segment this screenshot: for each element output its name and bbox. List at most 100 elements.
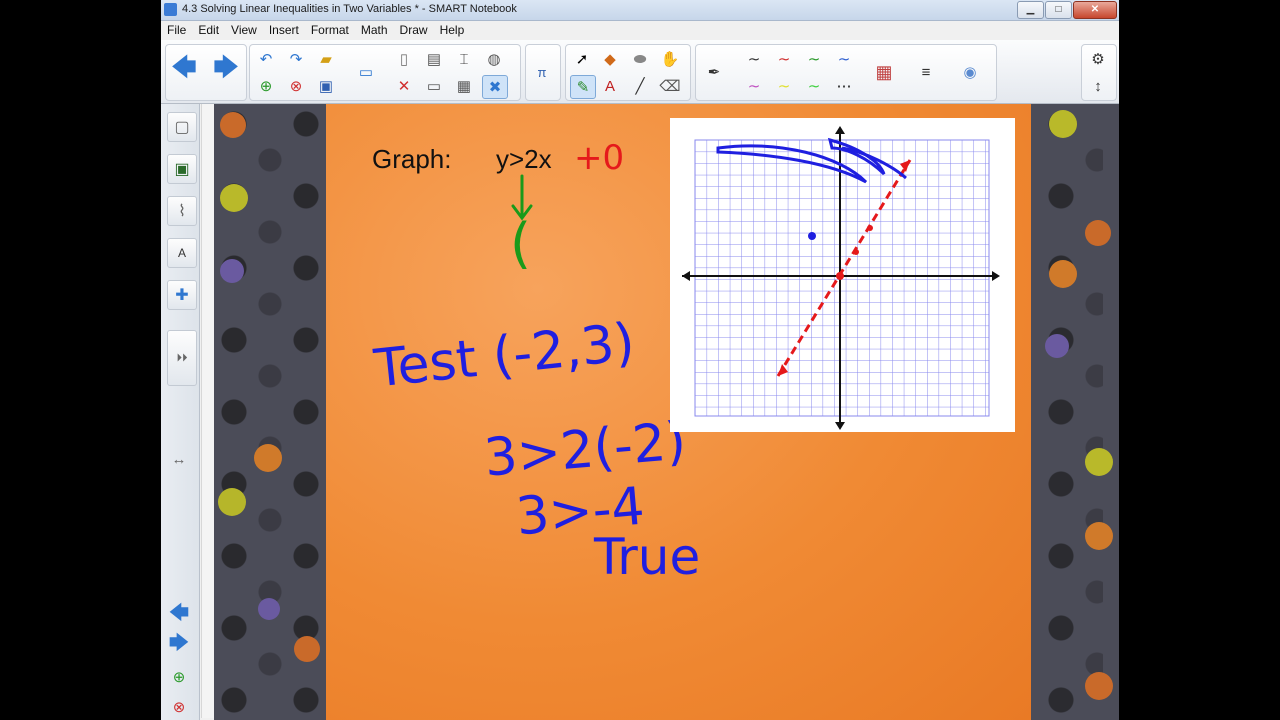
toolbar: 🡄 🡆 ↶ ↷ ▰ ⊕ ⊗ ▣ ▭ ▯ ▤ ⌶ ◍ ✕ ▭ ▦ ✖ π ➚ ◆ …	[161, 40, 1119, 104]
sidebar-delete-page-icon[interactable]: ⊗	[167, 696, 191, 718]
drawing-tools-group: ➚ ◆ ⬬ ✋ ✎ A ╱ ⌫	[565, 44, 691, 101]
notebook-page-canvas[interactable]: Graph: y>2x +0 ( Test (-2,3) 3>2(-2) 3>-…	[214, 104, 1119, 720]
pen-style-black-icon[interactable]: ∼	[742, 48, 766, 70]
page-sorter-icon[interactable]: ▢	[167, 112, 197, 142]
pen-style-green-icon[interactable]: ∼	[802, 48, 826, 70]
menu-format[interactable]: Format	[305, 21, 355, 39]
line-icon[interactable]: ╱	[628, 75, 652, 97]
sidebar-collapse-handle[interactable]: ⏵⏵	[167, 330, 197, 386]
addons-icon[interactable]: ✚	[167, 280, 197, 310]
dot-orange	[254, 444, 282, 472]
gear-icon[interactable]: ⚙	[1086, 48, 1110, 70]
dot-yellow	[218, 488, 246, 516]
dot-yellow	[1085, 448, 1113, 476]
dot-purple	[220, 259, 244, 283]
text-insert-icon[interactable]: ⌶	[452, 48, 476, 70]
menu-help[interactable]: Help	[434, 21, 471, 39]
save-icon[interactable]: ▣	[314, 75, 338, 97]
capture-icon[interactable]: ▤	[422, 48, 446, 70]
undo-icon[interactable]: ↶	[254, 48, 278, 70]
origin-point	[836, 272, 844, 280]
maximize-button[interactable]: □	[1045, 1, 1072, 19]
side-tabs: ▢ ▣ ⌇ A ✚ ⏵⏵ ↔ 🡄 🡆 ⊕ ⊗	[161, 104, 200, 720]
result-annotation[interactable]: True	[594, 528, 700, 586]
open-folder-icon[interactable]: ▰	[314, 48, 338, 70]
pen-style-lightgreen-icon[interactable]: ∼	[802, 75, 826, 97]
menu-math[interactable]: Math	[355, 21, 394, 39]
coordinate-grid-card[interactable]	[670, 118, 1015, 432]
pen-style-blue-icon[interactable]: ∼	[832, 48, 856, 70]
transparency-icon[interactable]: ◉	[958, 61, 982, 83]
pens-icon[interactable]: ✎	[570, 75, 596, 99]
web-icon[interactable]: ◍	[482, 48, 506, 70]
properties-icon[interactable]: A	[167, 238, 197, 268]
delete-icon[interactable]: ✕	[392, 75, 416, 97]
move-toolbar-icon[interactable]: ↕	[1086, 75, 1110, 97]
window-controls: ▁ □ ✕	[1017, 1, 1117, 19]
math-tools-group: π	[525, 44, 561, 101]
shapes-icon[interactable]: ◆	[598, 48, 622, 70]
dot-purple	[1045, 334, 1069, 358]
pen-style-dashed-icon[interactable]: ⋯	[832, 75, 856, 97]
pen-style-purple-icon[interactable]: ∼	[742, 75, 766, 97]
select-icon[interactable]: ➚	[570, 48, 594, 70]
eraser-icon[interactable]: ⌫	[658, 75, 682, 97]
polka-dot-border-right	[1031, 104, 1119, 720]
menu-draw[interactable]: Draw	[394, 21, 434, 39]
vertical-scrollbar[interactable]	[201, 104, 214, 718]
sidebar-previous-icon[interactable]: 🡄	[167, 602, 191, 626]
fill-icon[interactable]: ✋	[658, 48, 682, 70]
menu-edit[interactable]: Edit	[192, 21, 225, 39]
paste-icon[interactable]: ▯	[392, 48, 416, 70]
menu-insert[interactable]: Insert	[263, 21, 305, 39]
sidebar-next-icon[interactable]: 🡆	[167, 632, 191, 656]
coordinate-grid	[682, 126, 1000, 430]
edit-tools-group: ↶ ↷ ▰ ⊕ ⊗ ▣ ▭ ▯ ▤ ⌶ ◍ ✕ ▭ ▦ ✖	[249, 44, 521, 101]
menu-bar: File Edit View Insert Format Math Draw H…	[161, 21, 1119, 39]
resize-icon[interactable]: ↔	[167, 448, 191, 470]
dot-orange	[1085, 672, 1113, 700]
line-point	[853, 249, 859, 255]
color-palette-icon[interactable]: ▦	[872, 61, 896, 83]
previous-page-icon[interactable]: 🡄	[172, 54, 197, 81]
line-point	[867, 225, 873, 231]
inequality-text[interactable]: y>2x	[496, 144, 552, 175]
sidebar-add-page-icon[interactable]: ⊕	[167, 666, 191, 688]
dot-orange	[1085, 220, 1111, 246]
redo-icon[interactable]: ↷	[284, 48, 308, 70]
pen-icon[interactable]: ✒	[702, 61, 726, 83]
menu-view[interactable]: View	[225, 21, 263, 39]
table-icon[interactable]: ▦	[452, 75, 476, 97]
pen-style-yellow-icon[interactable]: ∼	[772, 75, 796, 97]
full-screen-icon[interactable]: ✖	[482, 75, 508, 99]
next-page-icon[interactable]: 🡆	[214, 54, 239, 81]
title-bar: 4.3 Solving Linear Inequalities in Two V…	[161, 0, 1119, 21]
pi-icon[interactable]: π	[530, 61, 554, 83]
toolbar-settings-group: ⚙ ↕	[1081, 44, 1117, 101]
plus-zero-annotation[interactable]: +0	[574, 138, 624, 178]
delete-page-icon[interactable]: ⊗	[284, 75, 308, 97]
close-button[interactable]: ✕	[1073, 1, 1117, 19]
dot-orange	[294, 636, 320, 662]
gallery-icon[interactable]: ▣	[167, 154, 197, 184]
minimize-button[interactable]: ▁	[1017, 1, 1044, 19]
display-icon[interactable]: ▭	[422, 75, 446, 97]
line-style-icon[interactable]: ≡	[914, 61, 938, 83]
open-paren-annotation[interactable]: (	[510, 212, 531, 275]
pen-style-red-icon[interactable]: ∼	[772, 48, 796, 70]
add-page-icon[interactable]: ⊕	[254, 75, 278, 97]
eraser-shape-icon[interactable]: ⬬	[628, 48, 652, 70]
screen-shade-icon[interactable]: ▭	[354, 61, 378, 83]
menu-file[interactable]: File	[161, 21, 192, 39]
graph-label[interactable]: Graph:	[372, 144, 452, 175]
text-icon[interactable]: A	[598, 75, 622, 97]
polka-dot-border-left	[214, 104, 326, 720]
dot-purple	[258, 598, 280, 620]
dot-yellow	[1049, 110, 1077, 138]
page-nav-group: 🡄 🡆	[165, 44, 247, 101]
dot-orange	[1049, 260, 1077, 288]
dot-orange	[220, 112, 246, 138]
dot-orange	[1085, 522, 1113, 550]
pen-style-group: ✒ ∼ ∼ ∼ ∼ ∼ ∼ ∼ ⋯ ▦ ≡ ◉	[695, 44, 997, 101]
attachments-icon[interactable]: ⌇	[167, 196, 197, 226]
